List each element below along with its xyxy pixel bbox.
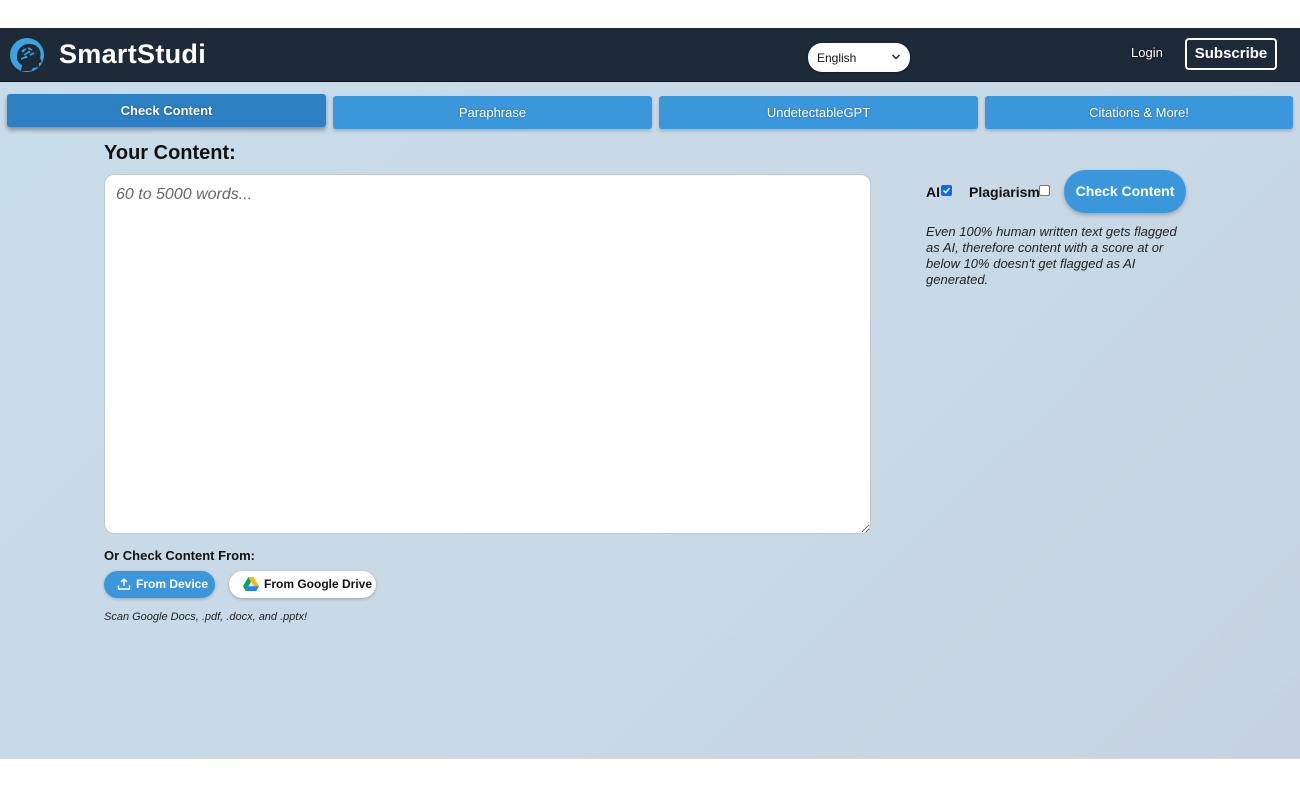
tab-check-content[interactable]: Check Content (7, 94, 326, 127)
plagiarism-option-label: Plagiarism (969, 184, 1040, 200)
tab-undetectablegpt[interactable]: UndetectableGPT (659, 96, 978, 129)
scan-note: Scan Google Docs, .pdf, .docx, and .pptx… (104, 611, 308, 623)
content-textarea[interactable] (104, 174, 871, 534)
ai-flag-disclaimer: Even 100% human written text gets flagge… (926, 224, 1177, 287)
check-content-button[interactable]: Check Content (1064, 170, 1186, 213)
content-title: Your Content: (104, 142, 236, 164)
upload-icon (117, 578, 131, 590)
top-navbar: SmartStudi English Login Subscribe (0, 28, 1300, 82)
plagiarism-checkbox[interactable] (1039, 185, 1050, 196)
ai-checkbox[interactable] (941, 185, 952, 196)
brand-name[interactable]: SmartStudi (59, 39, 206, 70)
brain-head-logo-icon[interactable] (9, 37, 47, 73)
ai-option-label: AI (926, 184, 940, 200)
from-drive-label: From Google Drive (264, 577, 373, 591)
language-select-value: English (817, 51, 857, 65)
subscribe-button[interactable]: Subscribe (1185, 38, 1277, 70)
login-link[interactable]: Login (1131, 45, 1163, 60)
checkmark-icon (942, 187, 951, 194)
google-drive-icon (243, 577, 259, 591)
from-device-button[interactable]: From Device (104, 571, 215, 598)
or-check-label: Or Check Content From: (104, 548, 255, 563)
from-device-label: From Device (136, 577, 209, 591)
tab-citations[interactable]: Citations & More! (985, 96, 1293, 129)
chevron-down-icon (891, 54, 901, 60)
tab-paraphrase[interactable]: Paraphrase (333, 96, 652, 129)
language-select[interactable]: English (808, 43, 910, 72)
from-google-drive-button[interactable]: From Google Drive (229, 571, 376, 598)
app-window: SmartStudi English Login Subscribe Check… (0, 28, 1300, 759)
